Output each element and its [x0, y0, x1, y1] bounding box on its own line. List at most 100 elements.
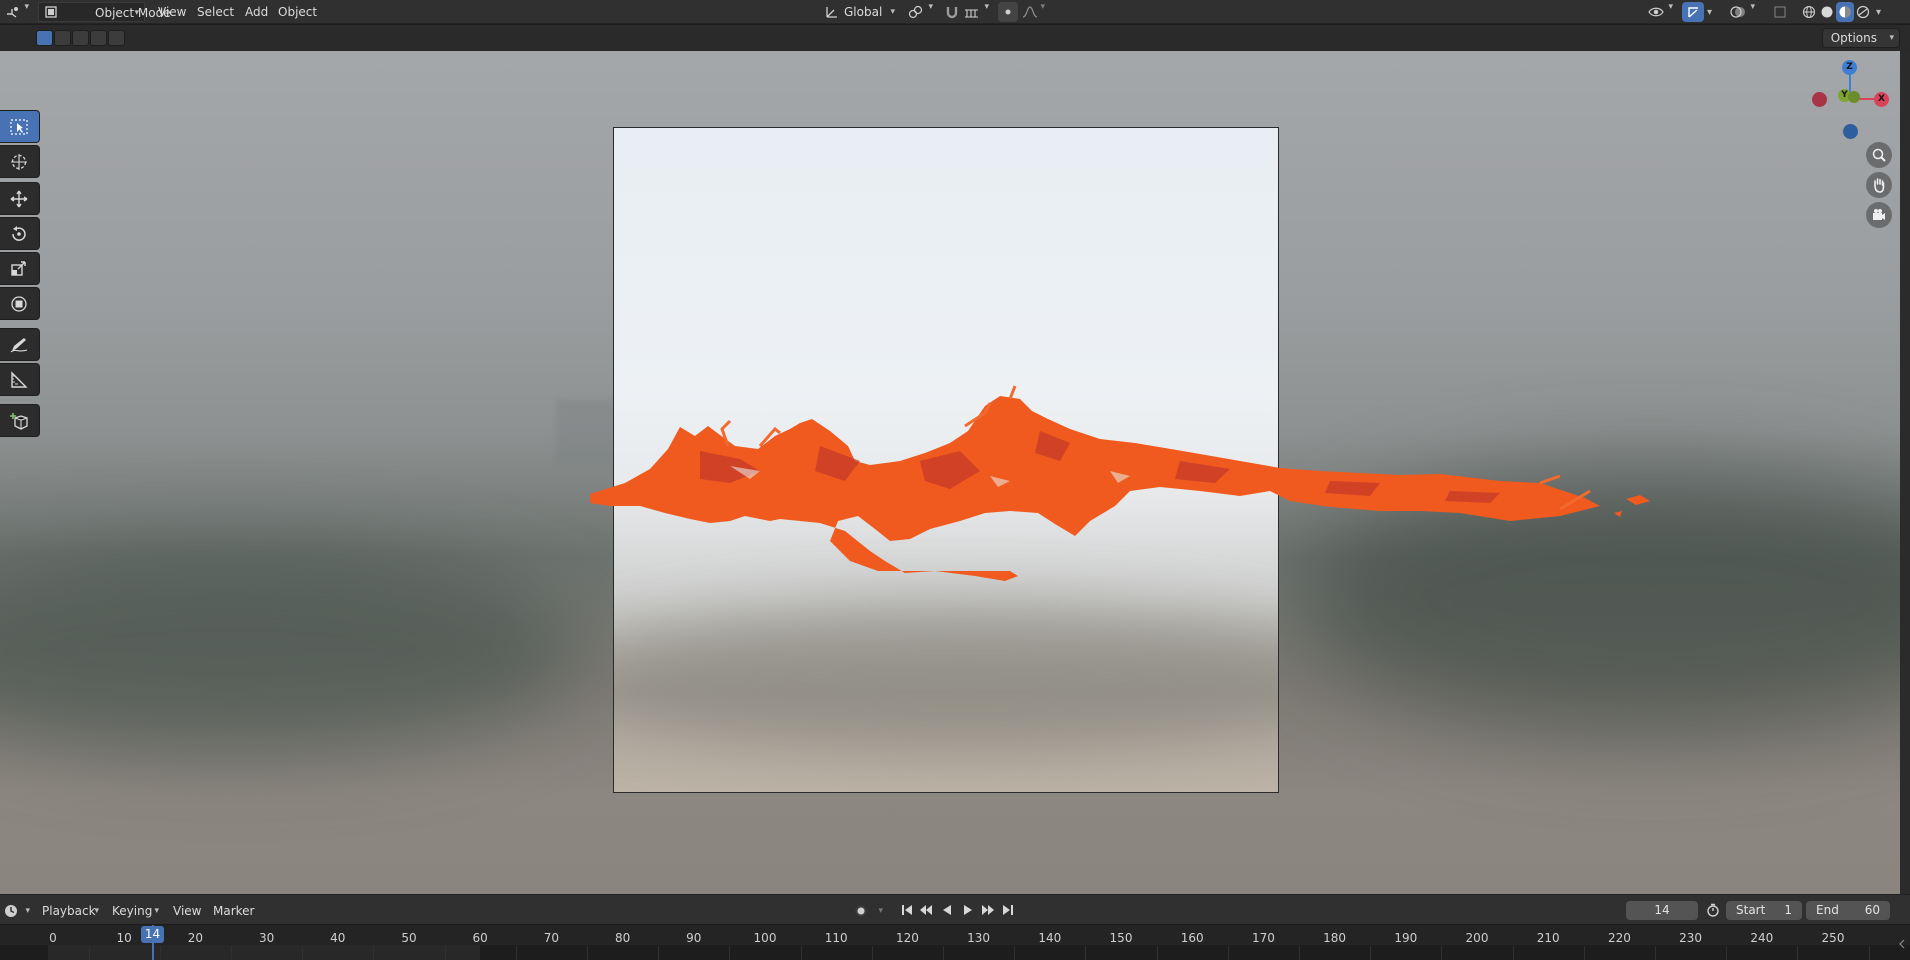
ruler-minor-line: [515, 946, 517, 960]
chevron-down-icon: ▾: [154, 906, 159, 916]
orientation-icon: [826, 7, 837, 18]
select-mode-subtract-button[interactable]: [72, 30, 89, 46]
chevron-down-icon: ▾: [1040, 2, 1045, 12]
jump-to-keyframe-forward-icon[interactable]: [980, 903, 996, 917]
object-visibility-dropdown[interactable]: ▾: [1646, 2, 1678, 22]
auto-keying-toggle[interactable]: ▾: [852, 902, 888, 920]
jump-to-keyframe-back-icon[interactable]: [918, 903, 934, 917]
transform-orientation-dropdown[interactable]: Global ▾: [822, 2, 900, 22]
end-frame-field[interactable]: End 60: [1806, 901, 1890, 920]
camera-view-button[interactable]: [1866, 202, 1892, 228]
select-mode-new-button[interactable]: [36, 30, 53, 46]
select-mode-invert-button[interactable]: [90, 30, 107, 46]
ruler-minor-line: [800, 946, 802, 960]
timeline-editor-type-button[interactable]: ▾: [4, 902, 30, 920]
gizmo-center: [1848, 91, 1860, 103]
ruler-minor-line: [943, 946, 944, 960]
playback-menu[interactable]: Playback ▾: [36, 902, 104, 920]
select-mode-extend-button[interactable]: [54, 30, 71, 46]
scroll-arrow-icon[interactable]: [1897, 938, 1907, 950]
options-label: Options: [1830, 31, 1877, 45]
pan-button[interactable]: [1866, 172, 1892, 198]
hand-icon: [1874, 178, 1885, 193]
move-tool[interactable]: [0, 182, 40, 215]
viewport-header: ▾ Object Mode ▾ View Select Add Object G…: [0, 0, 1910, 24]
chevron-down-icon[interactable]: ▾: [1707, 3, 1712, 23]
jump-to-end-icon[interactable]: [1001, 903, 1015, 917]
playhead-frame-label[interactable]: 14: [141, 926, 164, 943]
ruler-tick-label: 150: [1109, 931, 1133, 945]
start-frame-field[interactable]: Start 1: [1726, 901, 1802, 920]
falloff-dropdown[interactable]: ▾: [1020, 2, 1050, 22]
snap-target-dropdown[interactable]: ▾: [962, 2, 994, 22]
mode-dropdown[interactable]: Object Mode ▾: [38, 2, 171, 22]
play-reverse-icon[interactable]: [940, 903, 954, 917]
shading-solid-button[interactable]: [1818, 2, 1836, 22]
rendered-sphere-icon: [1856, 5, 1870, 19]
annotate-tool[interactable]: [0, 328, 40, 361]
add-cube-tool[interactable]: [0, 404, 40, 437]
jump-to-start-icon[interactable]: [900, 903, 914, 917]
3d-viewport[interactable]: Z X Y: [0, 51, 1900, 894]
timeline-area[interactable]: 0 10 20 30 40 50 60 70 80 90 100 110 120 130 140 150 160…: [0, 925, 1910, 960]
xray-toggle[interactable]: [1772, 2, 1788, 22]
cursor-tool[interactable]: [0, 145, 40, 178]
marker-menu[interactable]: Marker: [213, 902, 254, 920]
transform-tool[interactable]: [0, 287, 40, 320]
ruler-minor-line: [1726, 946, 1728, 960]
chevron-down-icon: ▾: [984, 2, 989, 12]
ruler-minor-line: [88, 946, 90, 960]
zoom-button[interactable]: [1866, 142, 1892, 168]
shading-wireframe-button[interactable]: [1800, 2, 1818, 22]
fluid-splash[interactable]: [0, 51, 1900, 894]
stopwatch-icon[interactable]: [1706, 903, 1720, 917]
axis-neg-z-button[interactable]: [1843, 124, 1858, 139]
ruler-tick-label: 70: [543, 931, 560, 945]
timeline-view-menu[interactable]: View: [173, 902, 201, 920]
current-frame-field[interactable]: 14: [1626, 901, 1698, 920]
ruler-tick-label: 200: [1465, 931, 1489, 945]
shading-material-button[interactable]: [1836, 2, 1854, 22]
menu-view[interactable]: View: [158, 2, 186, 22]
pivot-point-dropdown[interactable]: ▾: [906, 2, 938, 22]
ruler-minor-line: [444, 946, 446, 960]
start-frame-label: Start: [1736, 903, 1766, 917]
chevron-down-icon[interactable]: ▾: [1876, 3, 1881, 23]
editor-type-button[interactable]: ▾: [4, 2, 30, 22]
record-icon: [855, 905, 867, 917]
axis-neg-x-button[interactable]: [1812, 92, 1827, 107]
shading-rendered-button[interactable]: [1854, 2, 1872, 22]
select-mode-intersect-button[interactable]: [108, 30, 125, 46]
overlays-toggle[interactable]: ▾: [1728, 2, 1760, 22]
proportional-edit-icon: [1005, 9, 1011, 15]
axis-z-button[interactable]: Z: [1842, 60, 1857, 75]
end-frame-label: End: [1816, 903, 1839, 917]
keying-menu[interactable]: Keying ▾: [106, 902, 164, 920]
eye-icon: [1648, 7, 1664, 17]
rotate-tool[interactable]: [0, 217, 40, 250]
play-icon[interactable]: [961, 903, 975, 917]
clock-icon: [5, 905, 17, 917]
menu-object[interactable]: Object: [278, 2, 317, 22]
options-dropdown[interactable]: Options ▾: [1821, 28, 1900, 48]
ruler-minor-line: [871, 946, 873, 960]
snap-toggle[interactable]: [942, 2, 962, 22]
ruler-minor-line: [231, 946, 232, 960]
ruler-tick-label: 30: [258, 931, 275, 945]
measure-tool[interactable]: [0, 363, 40, 396]
select-box-tool[interactable]: [0, 110, 40, 143]
axis-x-button[interactable]: X: [1874, 92, 1889, 107]
ruler-tick-label: 140: [1038, 931, 1062, 945]
snap-increment-icon: [965, 9, 978, 18]
proportional-edit-toggle[interactable]: [998, 2, 1018, 22]
menu-select[interactable]: Select: [197, 2, 234, 22]
ruler-minor-line: [1370, 946, 1372, 960]
chevron-down-icon: ▾: [134, 8, 139, 18]
ruler-minor-line: [1227, 946, 1229, 960]
ruler-tick-label: 110: [824, 931, 848, 945]
menu-add[interactable]: Add: [245, 2, 268, 22]
scale-tool[interactable]: [0, 252, 40, 285]
ruler-minor-line: [1868, 946, 1870, 960]
gizmo-toggle[interactable]: [1682, 2, 1704, 22]
ruler-minor-line: [658, 946, 660, 960]
